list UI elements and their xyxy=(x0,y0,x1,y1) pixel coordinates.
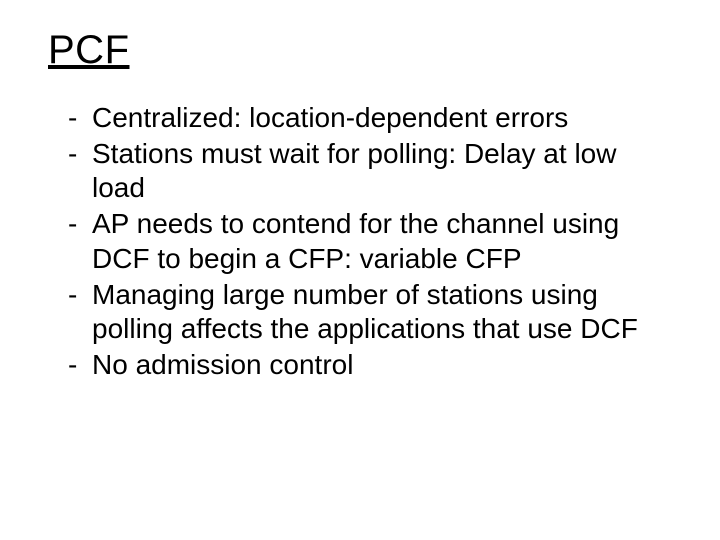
list-item: Stations must wait for polling: Delay at… xyxy=(48,137,672,205)
slide: PCF Centralized: location-dependent erro… xyxy=(0,0,720,540)
list-item: Managing large number of stations using … xyxy=(48,278,672,346)
bullet-list: Centralized: location-dependent errors S… xyxy=(48,101,672,382)
list-item: Centralized: location-dependent errors xyxy=(48,101,672,135)
slide-title: PCF xyxy=(48,28,672,73)
list-item: AP needs to contend for the channel usin… xyxy=(48,207,672,275)
list-item: No admission control xyxy=(48,348,672,382)
